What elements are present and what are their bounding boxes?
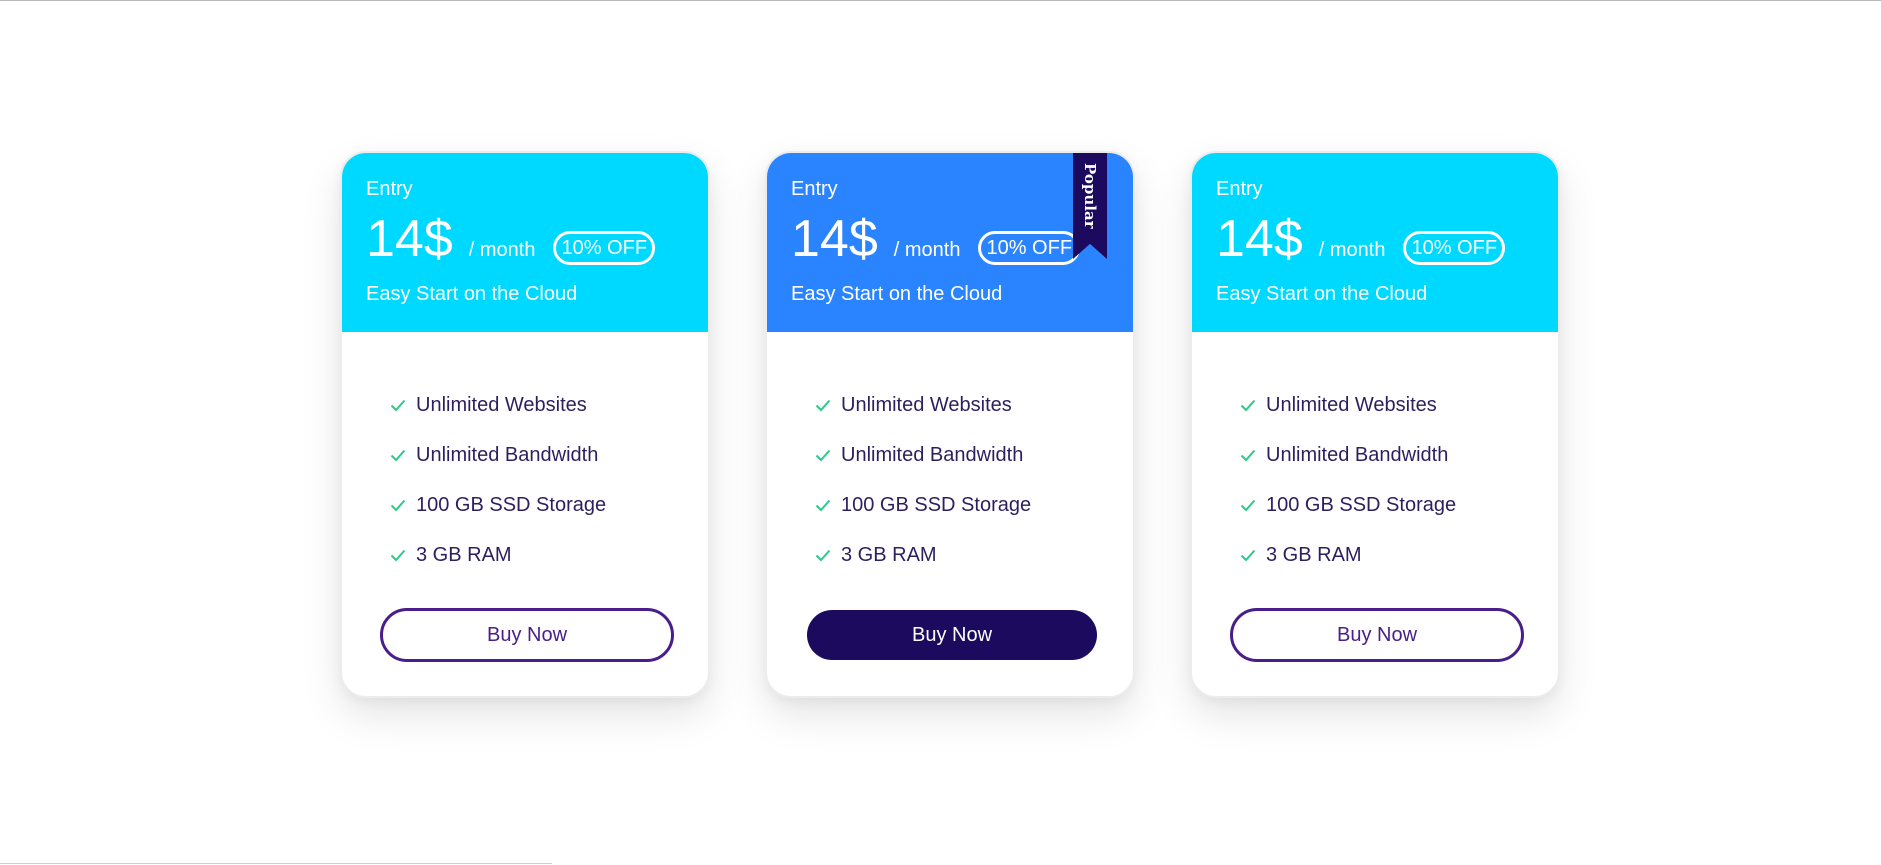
bottom-scrollbar[interactable] bbox=[0, 863, 552, 864]
check-icon bbox=[1240, 549, 1256, 562]
check-icon bbox=[390, 449, 406, 462]
feature-item: Unlimited Websites bbox=[390, 380, 708, 430]
pricing-card-1: Entry 14$ / month 10% OFF Easy Start on … bbox=[340, 151, 710, 698]
feature-item: 100 GB SSD Storage bbox=[390, 480, 708, 530]
feature-label: Unlimited Bandwidth bbox=[1266, 443, 1449, 466]
feature-label: 3 GB RAM bbox=[416, 543, 512, 566]
pricing-card-3: Entry 14$ / month 10% OFF Easy Start on … bbox=[1190, 151, 1560, 698]
buy-now-button[interactable]: Buy Now bbox=[380, 608, 674, 662]
discount-badge: 10% OFF bbox=[978, 231, 1081, 265]
feature-item: Unlimited Bandwidth bbox=[1240, 430, 1558, 480]
feature-label: 100 GB SSD Storage bbox=[1266, 493, 1457, 516]
discount-badge: 10% OFF bbox=[553, 231, 656, 265]
check-icon bbox=[1240, 449, 1256, 462]
plan-period: / month bbox=[1318, 239, 1386, 261]
feature-item: 3 GB RAM bbox=[1240, 530, 1558, 580]
check-icon bbox=[390, 499, 406, 512]
feature-label: Unlimited Bandwidth bbox=[841, 443, 1024, 466]
price-row: 14$ / month 10% OFF bbox=[1216, 213, 1558, 271]
ribbon-label: Popular bbox=[1081, 163, 1099, 229]
feature-item: 100 GB SSD Storage bbox=[815, 480, 1133, 530]
plan-tier: Entry bbox=[366, 178, 413, 200]
check-icon bbox=[815, 499, 831, 512]
card-header: Entry 14$ / month 10% OFF Easy Start on … bbox=[342, 153, 708, 332]
feature-label: Unlimited Websites bbox=[841, 393, 1012, 416]
plan-tagline: Easy Start on the Cloud bbox=[1216, 283, 1428, 305]
plan-tagline: Easy Start on the Cloud bbox=[366, 283, 578, 305]
plan-price: 14$ bbox=[791, 210, 878, 268]
feature-item: 3 GB RAM bbox=[815, 530, 1133, 580]
check-icon bbox=[1240, 499, 1256, 512]
check-icon bbox=[815, 399, 831, 412]
plan-price: 14$ bbox=[1216, 210, 1303, 268]
card-header: Entry 14$ / month 10% OFF Easy Start on … bbox=[1192, 153, 1558, 332]
feature-label: Unlimited Websites bbox=[416, 393, 587, 416]
plan-tier: Entry bbox=[1216, 178, 1263, 200]
feature-list: Unlimited Websites Unlimited Bandwidth 1… bbox=[342, 332, 708, 580]
buy-now-button[interactable]: Buy Now bbox=[807, 610, 1097, 660]
feature-label: 100 GB SSD Storage bbox=[416, 493, 607, 516]
card-header: Entry 14$ / month 10% OFF Easy Start on … bbox=[767, 153, 1133, 332]
feature-item: 3 GB RAM bbox=[390, 530, 708, 580]
top-divider bbox=[0, 0, 1881, 1]
plan-period: / month bbox=[468, 239, 536, 261]
feature-item: 100 GB SSD Storage bbox=[1240, 480, 1558, 530]
check-icon bbox=[390, 399, 406, 412]
feature-label: 3 GB RAM bbox=[1266, 543, 1362, 566]
feature-label: 3 GB RAM bbox=[841, 543, 937, 566]
feature-label: Unlimited Bandwidth bbox=[416, 443, 599, 466]
feature-item: Unlimited Websites bbox=[815, 380, 1133, 430]
check-icon bbox=[815, 549, 831, 562]
check-icon bbox=[390, 549, 406, 562]
price-row: 14$ / month 10% OFF bbox=[366, 213, 708, 271]
discount-badge: 10% OFF bbox=[1403, 231, 1506, 265]
feature-item: Unlimited Bandwidth bbox=[815, 430, 1133, 480]
plan-period: / month bbox=[893, 239, 961, 261]
feature-list: Unlimited Websites Unlimited Bandwidth 1… bbox=[767, 332, 1133, 580]
plan-tagline: Easy Start on the Cloud bbox=[791, 283, 1003, 305]
feature-label: 100 GB SSD Storage bbox=[841, 493, 1032, 516]
buy-now-button[interactable]: Buy Now bbox=[1230, 608, 1524, 662]
pricing-cards: Entry 14$ / month 10% OFF Easy Start on … bbox=[340, 151, 1560, 698]
feature-item: Unlimited Websites bbox=[1240, 380, 1558, 430]
check-icon bbox=[1240, 399, 1256, 412]
feature-list: Unlimited Websites Unlimited Bandwidth 1… bbox=[1192, 332, 1558, 580]
feature-label: Unlimited Websites bbox=[1266, 393, 1437, 416]
pricing-card-2: Entry 14$ / month 10% OFF Easy Start on … bbox=[765, 151, 1135, 698]
check-icon bbox=[815, 449, 831, 462]
popular-ribbon: Popular bbox=[1073, 153, 1107, 259]
feature-item: Unlimited Bandwidth bbox=[390, 430, 708, 480]
plan-price: 14$ bbox=[366, 210, 453, 268]
